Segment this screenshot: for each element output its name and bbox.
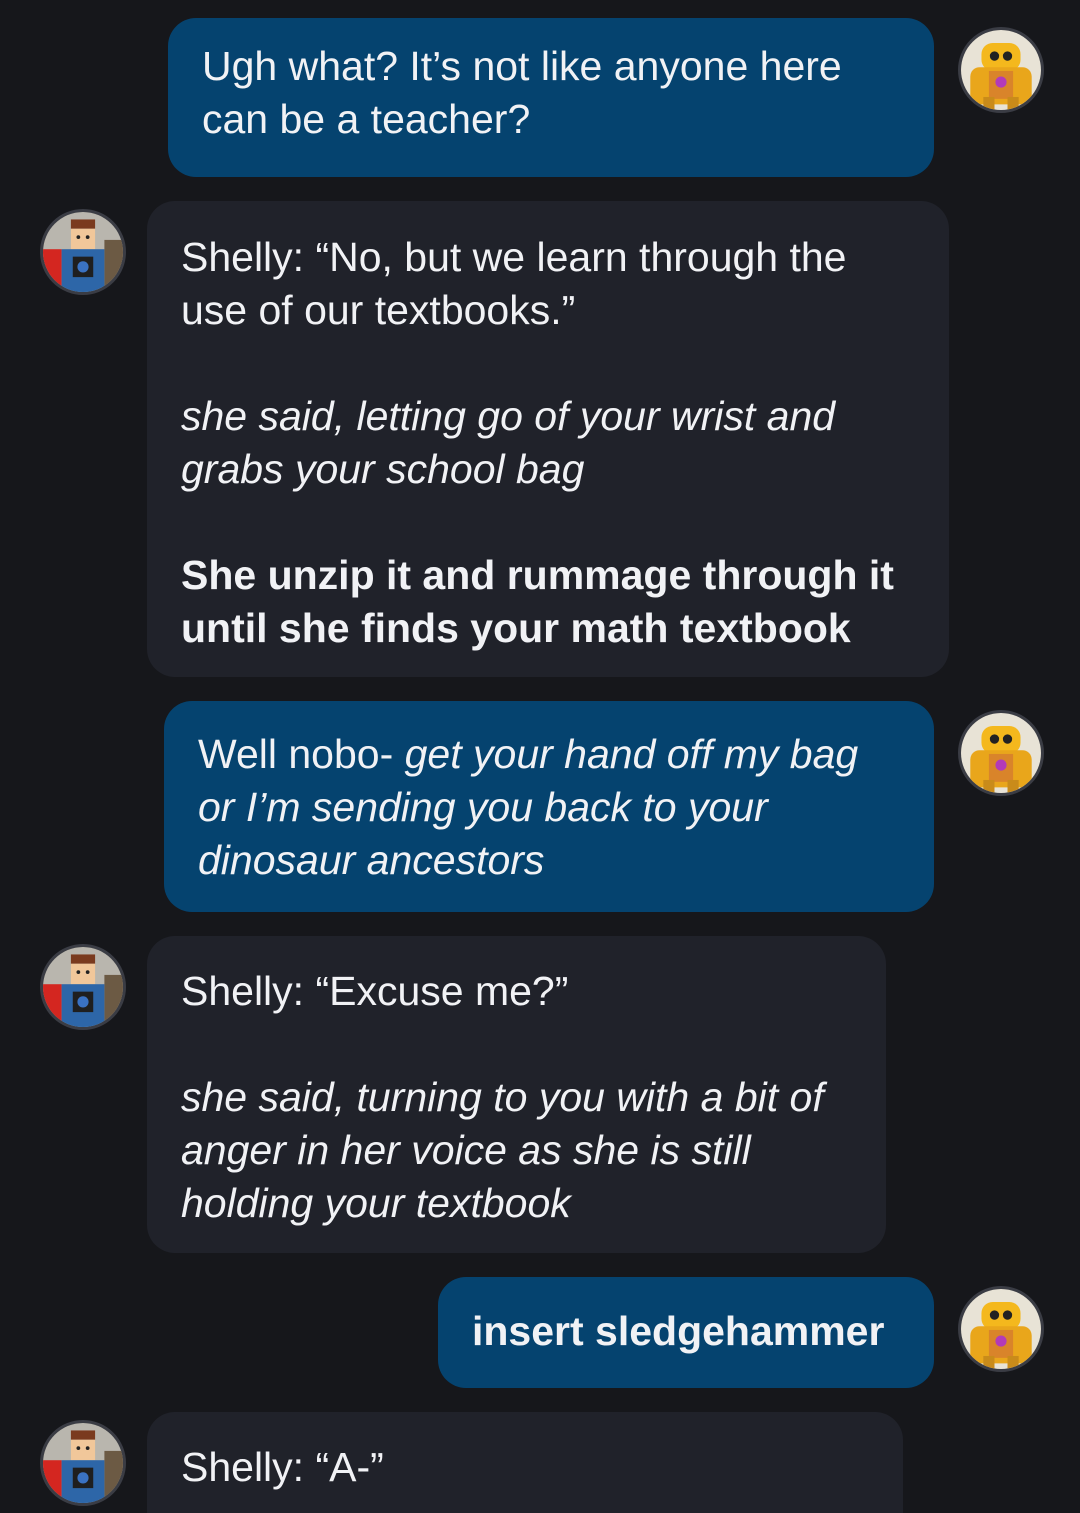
message-text: Shelly: “No, but we learn through the us… — [181, 231, 915, 337]
message-text: Shelly: “Excuse me?” — [181, 965, 852, 1018]
message-bubble[interactable]: Shelly: “No, but we learn through the us… — [147, 201, 949, 677]
yellow-robot-avatar-icon — [961, 713, 1041, 793]
message-bubble[interactable]: Shelly: “A-” — [147, 1412, 903, 1513]
message-narration: she said, letting go of your wrist and g… — [181, 390, 915, 496]
message-action: She unzip it and rummage through it unti… — [181, 549, 915, 655]
message-text: Shelly: “A-” — [181, 1441, 869, 1494]
message-text-run: Ugh what? It’s not like anyone here can … — [202, 43, 842, 142]
message-text: Ugh what? It’s not like anyone here can … — [202, 40, 900, 146]
shelly-avatar-icon — [43, 1423, 123, 1503]
message-narration: she said, turning to you with a bit of a… — [181, 1071, 852, 1230]
yellow-robot-avatar-icon — [961, 1289, 1041, 1369]
message-text-run: Shelly: “A-” — [181, 1444, 384, 1490]
user-avatar[interactable] — [958, 710, 1044, 796]
message-action: insert sledgehammer — [472, 1305, 900, 1358]
message-text-run: She unzip it and rummage through it unti… — [181, 552, 894, 651]
shelly-avatar-icon — [43, 947, 123, 1027]
message-text-run: Well nobo- — [198, 731, 405, 777]
user-avatar[interactable] — [958, 1286, 1044, 1372]
character-avatar[interactable] — [40, 944, 126, 1030]
yellow-robot-avatar-icon — [961, 30, 1041, 110]
character-avatar[interactable] — [40, 1420, 126, 1506]
message-text-run: she said, letting go of your wrist and g… — [181, 393, 836, 492]
shelly-avatar-icon — [43, 212, 123, 292]
message-text-run: Shelly: “Excuse me?” — [181, 968, 569, 1014]
message-text-run: she said, turning to you with a bit of a… — [181, 1074, 824, 1226]
message-text: Well nobo- get your hand off my bag or I… — [198, 728, 900, 887]
message-bubble[interactable]: Shelly: “Excuse me?” she said, turning t… — [147, 936, 886, 1253]
message-bubble[interactable]: insert sledgehammer — [438, 1277, 934, 1388]
message-bubble[interactable]: Well nobo- get your hand off my bag or I… — [164, 701, 934, 912]
user-avatar[interactable] — [958, 27, 1044, 113]
message-text-run: insert sledgehammer — [472, 1308, 885, 1354]
message-text-run: Shelly: “No, but we learn through the us… — [181, 234, 847, 333]
message-bubble[interactable]: Ugh what? It’s not like anyone here can … — [168, 18, 934, 177]
character-avatar[interactable] — [40, 209, 126, 295]
